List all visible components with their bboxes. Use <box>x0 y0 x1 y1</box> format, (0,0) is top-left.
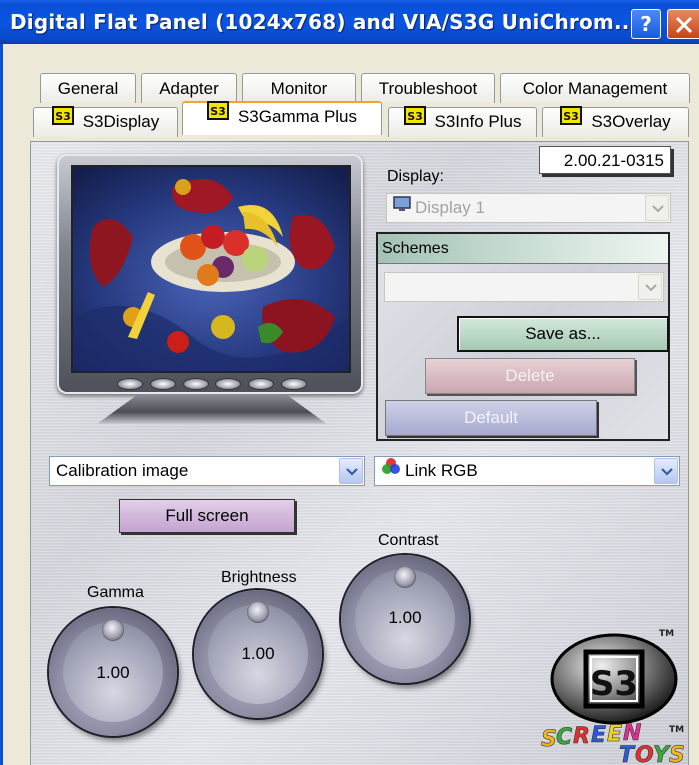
s3-tab-icon: S3 <box>560 106 583 135</box>
monitor-button <box>149 378 176 390</box>
monitor-buttons <box>117 378 307 390</box>
brightness-knob-indicator <box>247 601 269 623</box>
tab-s3info-plus-label: S3Info Plus <box>434 112 522 131</box>
display-select-value: Display 1 <box>415 198 485 217</box>
title-bar[interactable]: Digital Flat Panel (1024x768) and VIA/S3… <box>0 0 699 44</box>
svg-text:S3: S3 <box>210 105 226 118</box>
calibration-image <box>71 165 351 373</box>
s3-tab-icon: S3 <box>403 106 426 135</box>
schemes-group: Schemes Save as... Delete Default <box>376 232 670 441</box>
help-button[interactable]: ? <box>631 9 661 39</box>
svg-text:R: R <box>573 724 590 749</box>
tab-general[interactable]: General <box>40 73 136 103</box>
gamma-knob-indicator <box>102 619 124 641</box>
save-as-button[interactable]: Save as... <box>457 316 669 352</box>
gamma-label: Gamma <box>87 584 144 601</box>
calibration-preview-monitor <box>57 154 363 394</box>
tab-s3overlay-label: S3Overlay <box>591 112 671 131</box>
monitor-button <box>182 378 209 390</box>
close-icon <box>675 16 693 34</box>
delete-button[interactable]: Delete <box>425 358 635 394</box>
s3-tab-icon: S3 <box>51 106 74 135</box>
brightness-label: Brightness <box>221 569 297 586</box>
image-select[interactable]: Calibration image <box>49 456 365 486</box>
svg-text:TM: TM <box>659 629 674 639</box>
monitor-button <box>248 378 275 390</box>
schemes-select[interactable] <box>384 272 664 302</box>
tab-troubleshoot[interactable]: Troubleshoot <box>361 73 495 103</box>
contrast-knob[interactable]: 1.00 <box>341 555 469 683</box>
image-select-value: Calibration image <box>56 461 189 480</box>
contrast-label: Contrast <box>378 532 439 549</box>
channel-select-value: Link RGB <box>405 461 478 480</box>
tab-s3overlay[interactable]: S3 S3Overlay <box>542 106 689 137</box>
tab-color-management[interactable]: Color Management <box>500 73 690 103</box>
svg-text:S3: S3 <box>55 110 71 123</box>
default-button[interactable]: Default <box>385 400 597 436</box>
channel-select[interactable]: Link RGB <box>374 456 680 486</box>
monitor-button <box>215 378 242 390</box>
contrast-knob-indicator <box>394 566 416 588</box>
monitor-button <box>117 378 143 390</box>
display-select[interactable]: Display 1 <box>386 193 671 223</box>
svg-text:S: S <box>669 743 685 764</box>
chevron-down-icon[interactable] <box>654 458 678 484</box>
tab-s3gamma-plus[interactable]: S3 S3Gamma Plus <box>182 101 382 135</box>
tab-adapter[interactable]: Adapter <box>141 73 237 103</box>
svg-text:T: T <box>619 743 636 764</box>
svg-text:TM: TM <box>669 725 684 735</box>
monitor-icon <box>393 193 411 221</box>
gamma-knob[interactable]: 1.00 <box>49 608 177 736</box>
contrast-value: 1.00 <box>388 608 422 627</box>
chevron-down-icon[interactable] <box>645 195 669 221</box>
tab-s3info-plus[interactable]: S3 S3Info Plus <box>388 106 537 137</box>
tab-monitor[interactable]: Monitor <box>242 73 356 103</box>
window-title: Digital Flat Panel (1024x768) and VIA/S3… <box>10 10 638 34</box>
schemes-header: Schemes <box>378 234 668 264</box>
chevron-down-icon[interactable] <box>339 458 363 484</box>
monitor-stand <box>97 394 327 424</box>
brightness-knob[interactable]: 1.00 <box>194 590 322 718</box>
s3-screen-toys-logo: S3 TM TM S C R E E N T O Y S <box>539 624 688 765</box>
svg-text:S3: S3 <box>564 110 580 123</box>
svg-text:S3: S3 <box>590 664 638 704</box>
full-screen-button[interactable]: Full screen <box>119 499 295 533</box>
svg-text:O: O <box>635 743 654 764</box>
brightness-value: 1.00 <box>241 644 275 663</box>
svg-text:S3: S3 <box>407 110 423 123</box>
display-label: Display: <box>387 168 444 185</box>
gamma-value: 1.00 <box>96 663 130 682</box>
chevron-down-icon[interactable] <box>638 274 662 300</box>
svg-text:S: S <box>541 727 557 752</box>
s3gamma-panel: 2.00.21-0315 Display: Display 1 Schemes … <box>30 141 689 765</box>
tab-s3display-label: S3Display <box>82 112 160 131</box>
monitor-button <box>280 378 307 390</box>
rgb-circles-icon <box>381 456 401 484</box>
svg-text:C: C <box>556 725 572 750</box>
version-label: 2.00.21-0315 <box>539 146 671 174</box>
tab-s3gamma-plus-label: S3Gamma Plus <box>237 107 358 126</box>
close-button[interactable] <box>667 9 699 39</box>
s3-tab-icon: S3 <box>206 101 229 130</box>
svg-text:E: E <box>591 723 606 748</box>
tab-s3display[interactable]: S3 S3Display <box>33 106 178 137</box>
